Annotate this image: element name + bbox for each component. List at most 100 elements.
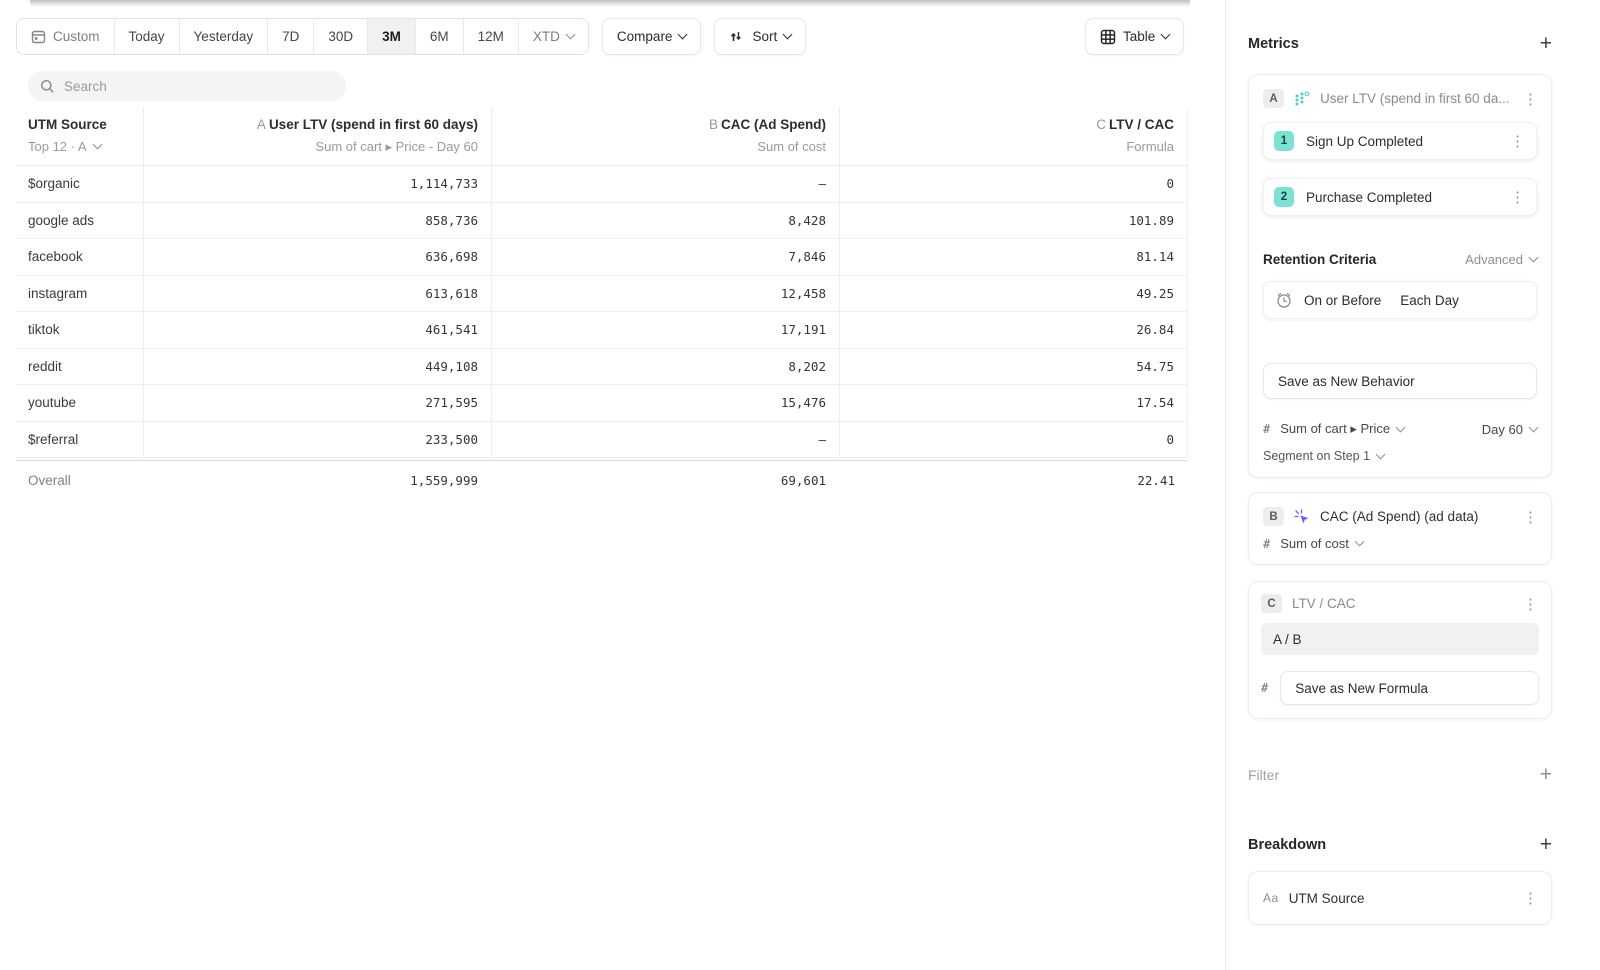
add-filter-icon[interactable]: + — [1540, 767, 1552, 783]
range-yesterday[interactable]: Yesterday — [180, 19, 269, 54]
formula-input[interactable]: A / B — [1261, 623, 1539, 655]
number-type-icon: # — [1261, 681, 1268, 695]
cell-c: 26.84 — [839, 312, 1188, 348]
date-toolbar: Custom Today Yesterday 7D 30D 3M 6M 12M … — [16, 18, 806, 55]
filter-title: Filter — [1248, 767, 1279, 783]
cell-c: 17.54 — [839, 385, 1188, 421]
cell-a: 858,736 — [143, 203, 491, 239]
row-label: tiktok — [16, 312, 143, 348]
column-header-c[interactable]: CLTV / CAC Formula — [839, 107, 1188, 165]
chevron-down-icon — [1529, 422, 1539, 432]
metric-b-header[interactable]: B CAC (Ad Spend) (ad data) ⋮ — [1249, 493, 1551, 536]
range-7d[interactable]: 7D — [268, 19, 314, 54]
overall-c: 22.41 — [839, 461, 1188, 500]
table-row[interactable]: facebook 636,698 7,846 81.14 — [16, 239, 1188, 276]
aggregation-dropdown[interactable]: Sum of cost — [1280, 536, 1363, 551]
retention-mode-dropdown[interactable]: Advanced — [1465, 252, 1537, 267]
row-limit-dropdown[interactable]: Top 12 · A — [28, 137, 130, 156]
behavior-metric-icon — [1294, 91, 1310, 106]
kebab-menu-icon[interactable]: ⋮ — [1520, 595, 1541, 613]
add-metric-icon[interactable]: + — [1540, 36, 1552, 52]
kebab-menu-icon[interactable]: ⋮ — [1507, 188, 1528, 206]
column-header-b[interactable]: BCAC (Ad Spend) Sum of cost — [491, 107, 839, 165]
view-selector-table[interactable]: Table — [1085, 18, 1184, 55]
cell-a: 449,108 — [143, 349, 491, 385]
column-title: UTM Source — [28, 115, 130, 135]
report-main-area: Custom Today Yesterday 7D 30D 3M 6M 12M … — [0, 0, 1225, 970]
cell-a: 233,500 — [143, 422, 491, 458]
range-xtd[interactable]: XTD — [519, 19, 588, 54]
table-header-row: UTM Source Top 12 · A AUser LTV (spend i… — [16, 107, 1188, 166]
step-number-badge: 2 — [1274, 187, 1294, 207]
table-row[interactable]: $organic 1,114,733 – 0 — [16, 166, 1188, 203]
chevron-down-icon — [1376, 449, 1386, 459]
chevron-down-icon — [678, 30, 688, 40]
kebab-menu-icon[interactable]: ⋮ — [1507, 132, 1528, 150]
add-breakdown-icon[interactable]: + — [1540, 837, 1552, 853]
chevron-down-icon — [1161, 30, 1171, 40]
chevron-down-icon — [92, 140, 102, 150]
range-30d[interactable]: 30D — [314, 19, 368, 54]
breakdown-card-utm-source[interactable]: Aa UTM Source ⋮ — [1248, 871, 1552, 925]
segment-dropdown[interactable]: Segment on Step 1 — [1263, 449, 1384, 463]
table-row[interactable]: reddit 449,108 8,202 54.75 — [16, 349, 1188, 386]
table-row[interactable]: youtube 271,595 15,476 17.54 — [16, 385, 1188, 422]
save-as-new-formula-button[interactable]: Save as New Formula — [1280, 671, 1539, 705]
breakdown-section-header: Breakdown + — [1248, 837, 1552, 853]
cell-c: 0 — [839, 166, 1188, 202]
metric-a-header[interactable]: A User LTV (spend in first 60 da... ⋮ — [1249, 75, 1551, 122]
retention-rule[interactable]: On or Before Each Day — [1263, 281, 1537, 319]
table-row[interactable]: tiktok 461,541 17,191 26.84 — [16, 312, 1188, 349]
cell-b: 17,191 — [491, 312, 839, 348]
cell-b: 12,458 — [491, 276, 839, 312]
range-custom[interactable]: Custom — [17, 19, 115, 54]
breakdown-table: UTM Source Top 12 · A AUser LTV (spend i… — [16, 107, 1188, 500]
kebab-menu-icon[interactable]: ⋮ — [1520, 508, 1541, 526]
ad-data-metric-icon — [1294, 509, 1310, 525]
retention-condition[interactable]: On or Before — [1304, 293, 1381, 308]
window-dropdown[interactable]: Day 60 — [1482, 422, 1537, 437]
kebab-menu-icon[interactable]: ⋮ — [1520, 90, 1541, 108]
cell-b: 8,202 — [491, 349, 839, 385]
table-row[interactable]: instagram 613,618 12,458 49.25 — [16, 276, 1188, 313]
column-header-a[interactable]: AUser LTV (spend in first 60 days) Sum o… — [143, 107, 491, 165]
retention-criteria-header: Retention Criteria Advanced — [1263, 252, 1537, 267]
sort-button[interactable]: Sort — [714, 18, 806, 55]
number-type-icon: # — [1263, 537, 1270, 551]
row-label: $organic — [16, 166, 143, 202]
step-label: Purchase Completed — [1306, 190, 1495, 205]
range-3m-selected[interactable]: 3M — [368, 19, 416, 54]
funnel-step-1[interactable]: 1 Sign Up Completed ⋮ — [1263, 122, 1537, 160]
column-letter: C — [1096, 117, 1106, 132]
metric-letter-badge: C — [1261, 594, 1282, 613]
sort-arrows-icon — [729, 29, 745, 44]
table-row[interactable]: $referral 233,500 – 0 — [16, 422, 1188, 459]
step-label: Sign Up Completed — [1306, 134, 1495, 149]
alarm-clock-icon — [1275, 291, 1293, 309]
search-input[interactable] — [64, 79, 334, 94]
row-label: reddit — [16, 349, 143, 385]
range-12m[interactable]: 12M — [464, 19, 519, 54]
aggregation-dropdown[interactable]: Sum of cart ▸ Price — [1280, 421, 1404, 437]
column-letter: A — [257, 117, 266, 132]
range-today[interactable]: Today — [115, 19, 180, 54]
cell-a: 271,595 — [143, 385, 491, 421]
compare-button[interactable]: Compare — [602, 18, 702, 55]
save-as-new-behavior-button[interactable]: Save as New Behavior — [1263, 363, 1537, 399]
table-row[interactable]: google ads 858,736 8,428 101.89 — [16, 203, 1188, 240]
retention-unit[interactable]: Each Day — [1400, 293, 1459, 308]
cell-b: 8,428 — [491, 203, 839, 239]
metric-c-header[interactable]: C LTV / CAC ⋮ — [1249, 582, 1551, 623]
column-letter: B — [709, 117, 718, 132]
cell-c: 49.25 — [839, 276, 1188, 312]
range-6m[interactable]: 6M — [416, 19, 464, 54]
metric-card-a: A User LTV (spend in first 60 da... ⋮ 1 … — [1248, 74, 1552, 478]
breakdown-item-row: Aa UTM Source ⋮ — [1249, 872, 1551, 924]
cell-c: 81.14 — [839, 239, 1188, 275]
column-title: LTV / CAC — [1109, 117, 1174, 132]
date-range-group: Custom Today Yesterday 7D 30D 3M 6M 12M … — [16, 18, 589, 55]
metric-letter-badge: A — [1263, 89, 1284, 108]
search-bar — [28, 71, 346, 101]
funnel-step-2[interactable]: 2 Purchase Completed ⋮ — [1263, 178, 1537, 216]
kebab-menu-icon[interactable]: ⋮ — [1520, 889, 1541, 907]
